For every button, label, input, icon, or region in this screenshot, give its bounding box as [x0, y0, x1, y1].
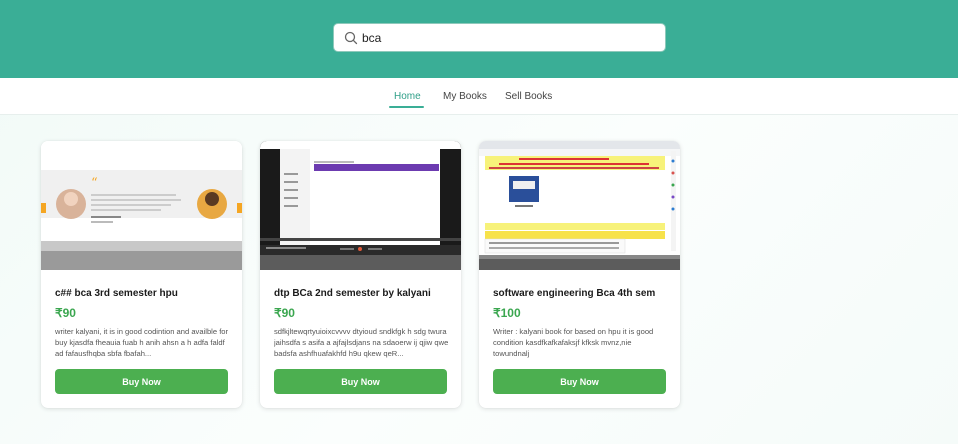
- book-price: ₹90: [55, 306, 76, 320]
- book-thumbnail: [260, 141, 461, 270]
- tab-sell-books[interactable]: Sell Books: [505, 91, 552, 102]
- top-header: [0, 0, 958, 78]
- book-card[interactable]: dtp BCa 2nd semester by kalyani ₹90 sdfk…: [260, 141, 461, 408]
- book-title: software engineering Bca 4th sem: [493, 288, 656, 299]
- book-title: c## bca 3rd semester hpu: [55, 288, 178, 299]
- search-box[interactable]: [333, 23, 666, 52]
- book-thumbnail: [479, 141, 680, 270]
- search-icon: [344, 31, 358, 45]
- book-title: dtp BCa 2nd semester by kalyani: [274, 288, 431, 299]
- book-thumbnail: “: [41, 141, 242, 270]
- tab-home[interactable]: Home: [394, 91, 421, 102]
- book-card[interactable]: “ c## bca 3rd semester hpu ₹90 writer ka…: [41, 141, 242, 408]
- buy-now-button[interactable]: Buy Now: [274, 369, 447, 394]
- book-price: ₹100: [493, 306, 521, 320]
- book-description: sdfkjltewqrtyuioixcvvvv dtyioud sndkfgk …: [274, 327, 449, 358]
- buy-now-button[interactable]: Buy Now: [55, 369, 228, 394]
- book-description: Writer : kalyani book for based on hpu i…: [493, 327, 654, 358]
- book-card[interactable]: software engineering Bca 4th sem ₹100 Wr…: [479, 141, 680, 408]
- svg-text:“: “: [91, 176, 98, 191]
- book-price: ₹90: [274, 306, 295, 320]
- search-input[interactable]: [362, 28, 652, 48]
- buy-now-button[interactable]: Buy Now: [493, 369, 666, 394]
- book-description: writer kalyani, it is in good codintion …: [55, 327, 229, 358]
- active-tab-indicator: [389, 106, 424, 108]
- nav-bar: Home My Books Sell Books: [0, 78, 958, 115]
- tab-my-books[interactable]: My Books: [443, 91, 487, 102]
